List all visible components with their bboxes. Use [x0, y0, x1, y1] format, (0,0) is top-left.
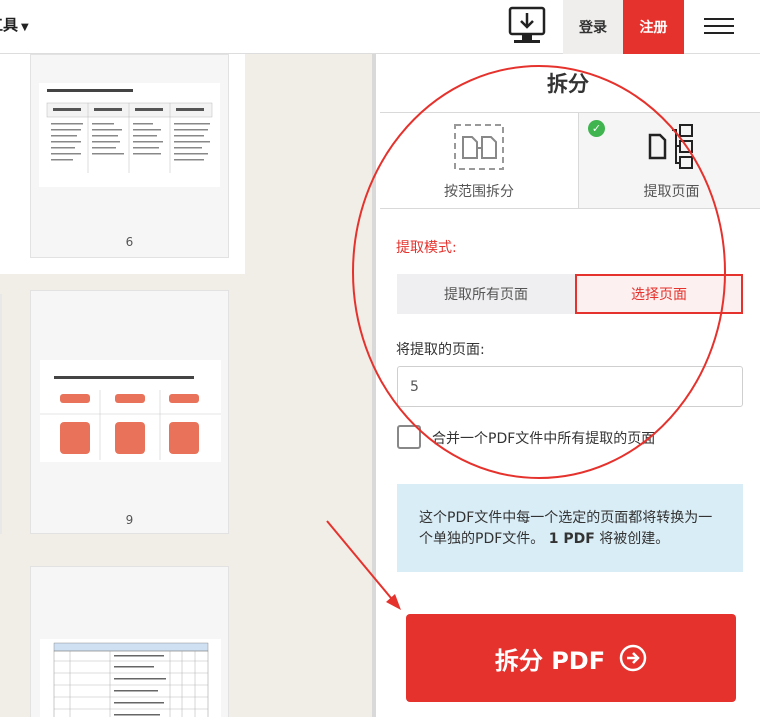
- info-box: 这个PDF文件中每一个选定的页面都将转换为一个单独的PDF文件。 1 PDF 将…: [397, 484, 743, 572]
- tab-label: 按范围拆分: [444, 184, 514, 200]
- page-thumb-edge: [0, 54, 14, 274]
- merge-checkbox-label: 合并一个PDF文件中所有提取的页面: [432, 431, 656, 447]
- extract-pages-icon: [648, 124, 693, 169]
- page-thumbnail: [40, 639, 221, 717]
- hamburger-menu-icon[interactable]: [700, 13, 738, 41]
- page-box[interactable]: [30, 566, 229, 717]
- info-count: 1 PDF: [548, 531, 595, 547]
- tab-label: 提取页面: [643, 184, 700, 200]
- login-button[interactable]: 登录: [563, 0, 623, 54]
- arrow-right-circle-icon: [619, 644, 647, 672]
- desktop-download-icon: [508, 6, 546, 43]
- register-button[interactable]: 注册: [623, 0, 684, 54]
- split-pdf-button[interactable]: 拆分 PDF: [406, 614, 736, 702]
- page-thumbnails-canvas: 6 9: [0, 54, 372, 717]
- split-pdf-button-label: 拆分 PDF: [494, 646, 606, 675]
- pages-to-extract-input[interactable]: [397, 366, 743, 407]
- tools-label: 工具: [0, 16, 19, 34]
- tab-split-by-range[interactable]: 按范围拆分: [380, 112, 579, 209]
- page-box: 6: [30, 54, 229, 258]
- top-bar: 工具▼ 登录 注册: [0, 0, 760, 54]
- tools-menu[interactable]: 工具▼: [0, 14, 29, 35]
- pages-to-extract-label: 将提取的页面:: [396, 342, 485, 358]
- extract-all-pages-button[interactable]: 提取所有页面: [397, 274, 575, 314]
- merge-checkbox[interactable]: [397, 425, 421, 449]
- panel-title: 拆分: [547, 72, 589, 96]
- page-card[interactable]: 6: [14, 54, 245, 274]
- select-pages-button[interactable]: 选择页面: [575, 274, 743, 314]
- page-number: 6: [125, 235, 134, 249]
- info-text-end: 将被创建。: [599, 531, 670, 547]
- page-thumb-edge: [0, 294, 2, 534]
- page-thumbnail: [40, 360, 221, 462]
- check-icon: ✓: [588, 120, 605, 137]
- range-split-icon: [454, 124, 504, 170]
- split-options-panel: 拆分 按范围拆分 提取页面 ✓ 提取模式: 提取所有页面 选择页面 将提取的页面…: [372, 54, 760, 717]
- extract-mode-label: 提取模式:: [396, 240, 457, 256]
- page-thumbnail: [39, 83, 220, 187]
- tab-extract-pages[interactable]: 提取页面: [579, 112, 760, 209]
- page-box[interactable]: 9: [30, 290, 229, 534]
- chevron-down-icon: ▼: [21, 22, 29, 33]
- page-number: 9: [125, 513, 134, 527]
- desktop-download-button[interactable]: [502, 4, 554, 50]
